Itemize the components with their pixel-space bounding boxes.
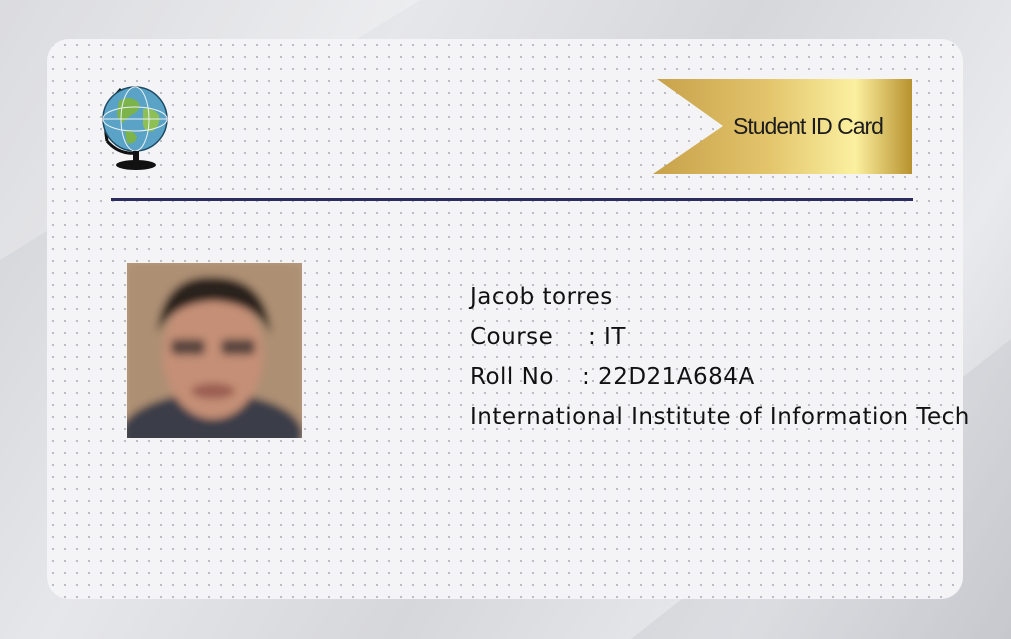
student-name: Jacob torres [470,284,613,310]
student-info: Jacob torres Course : IT Roll No : 22D21A6… [470,277,970,437]
globe-icon [99,79,171,171]
id-card: Student ID Card Jacob torres Course : IT [47,39,969,599]
roll-value: : 22D21A684A [582,364,755,390]
course-row: Course : IT [470,317,970,357]
student-id-banner: Student ID Card [653,79,912,174]
banner-title: Student ID Card [733,113,884,139]
course-value: : IT [588,324,626,350]
roll-label: Roll No [470,364,554,390]
course-label: Course [470,324,554,350]
student-photo [127,263,302,438]
institute-name: International Institute of Information T… [470,404,970,430]
header-divider [111,198,913,201]
roll-row: Roll No : 22D21A684A [470,357,970,397]
